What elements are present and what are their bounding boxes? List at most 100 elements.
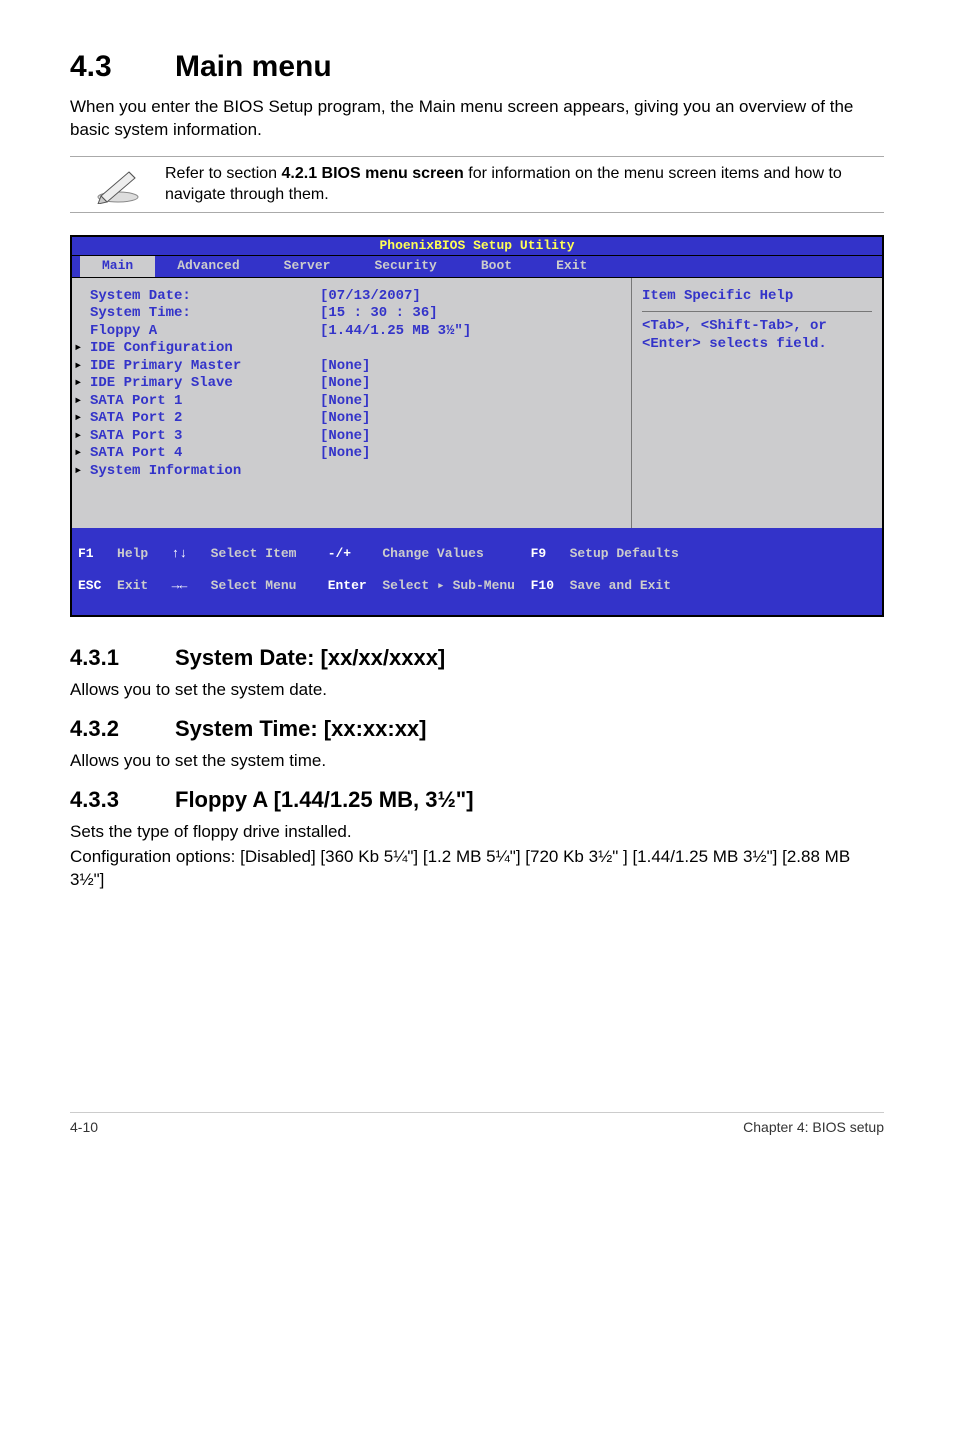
bios-field-value: [None]: [320, 375, 631, 393]
bios-field-label: Floppy A: [88, 323, 320, 341]
f1-key: F1: [78, 546, 94, 561]
esc-key: ESC: [78, 578, 101, 593]
submenu-arrow-icon: ▸: [74, 445, 88, 463]
note-bold: 4.2.1 BIOS menu screen: [282, 165, 464, 182]
bios-field-row: System Date:[07/13/2007]: [74, 288, 631, 306]
subsection-body-line1: Sets the type of floppy drive installed.: [70, 821, 884, 844]
bios-tab-exit: Exit: [534, 256, 609, 276]
bios-field-label: SATA Port 1: [88, 393, 320, 411]
select-submenu-label: Select ▸ Sub-Menu: [382, 578, 515, 593]
pencil-icon: [70, 164, 165, 204]
section-number: 4.3: [70, 50, 175, 84]
divider: [642, 311, 872, 312]
bios-field-row: Floppy A[1.44/1.25 MB 3½"]: [74, 323, 631, 341]
bios-help-body: <Tab>, <Shift-Tab>, or <Enter> selects f…: [642, 318, 872, 353]
f1-label: Help: [117, 546, 148, 561]
bios-field-row: System Time:[15 : 30 : 36]: [74, 305, 631, 323]
subsection-title: Floppy A [1.44/1.25 MB, 3½"]: [175, 787, 474, 812]
change-values-label: Change Values: [382, 546, 483, 561]
section-title-text: Main menu: [175, 50, 332, 83]
subsection-heading: 4.3.1System Date: [xx/xx/xxxx]: [70, 645, 884, 671]
bios-field-row: ▸IDE Configuration: [74, 340, 631, 358]
bios-field-label: System Date:: [88, 288, 320, 306]
bios-field-row: ▸IDE Primary Master[None]: [74, 358, 631, 376]
f9-key: F9: [531, 546, 547, 561]
bios-field-row: ▸SATA Port 2[None]: [74, 410, 631, 428]
subsection-body: Allows you to set the system date.: [70, 679, 884, 702]
bios-tab-bar: Main Advanced Server Security Boot Exit: [72, 256, 882, 277]
chapter-label: Chapter 4: BIOS setup: [743, 1119, 884, 1135]
bios-help-title: Item Specific Help: [642, 288, 872, 306]
submenu-arrow-icon: ▸: [74, 463, 88, 481]
subsection-heading: 4.3.2System Time: [xx:xx:xx]: [70, 716, 884, 742]
subsection-title: System Time: [xx:xx:xx]: [175, 716, 427, 741]
bios-field-value: [1.44/1.25 MB 3½"]: [320, 323, 631, 341]
submenu-arrow-icon: [74, 305, 88, 323]
bios-field-value: [None]: [320, 358, 631, 376]
submenu-arrow-icon: [74, 288, 88, 306]
bios-field-label: System Time:: [88, 305, 320, 323]
bios-title: PhoenixBIOS Setup Utility: [72, 237, 882, 256]
bios-field-row: ▸SATA Port 4[None]: [74, 445, 631, 463]
submenu-arrow-icon: ▸: [74, 428, 88, 446]
bios-field-label: SATA Port 2: [88, 410, 320, 428]
bios-field-label: IDE Primary Master: [88, 358, 320, 376]
submenu-arrow-icon: ▸: [74, 393, 88, 411]
select-menu-label: Select Menu: [211, 578, 297, 593]
subsection-number: 4.3.1: [70, 645, 175, 671]
bios-field-value: [15 : 30 : 36]: [320, 305, 631, 323]
section-heading: 4.3Main menu: [70, 50, 884, 84]
bios-field-label: System Information: [88, 463, 320, 481]
bios-tab-boot: Boot: [459, 256, 534, 276]
bios-field-value: [07/13/2007]: [320, 288, 631, 306]
subsection-number: 4.3.2: [70, 716, 175, 742]
save-exit-label: Save and Exit: [570, 578, 671, 593]
subsection-number: 4.3.3: [70, 787, 175, 813]
subsection-title: System Date: [xx/xx/xxxx]: [175, 645, 445, 670]
bios-field-row: ▸SATA Port 3[None]: [74, 428, 631, 446]
page-footer: 4-10 Chapter 4: BIOS setup: [70, 1112, 884, 1135]
plusminus-key: -/+: [328, 546, 351, 561]
note-pre: Refer to section: [165, 165, 282, 182]
select-item-label: Select Item: [211, 546, 297, 561]
bios-field-row: ▸IDE Primary Slave[None]: [74, 375, 631, 393]
submenu-arrow-icon: ▸: [74, 340, 88, 358]
arrows-leftright-icon: →←: [172, 578, 188, 593]
bios-field-row: ▸SATA Port 1[None]: [74, 393, 631, 411]
bios-screenshot: PhoenixBIOS Setup Utility Main Advanced …: [70, 235, 884, 617]
arrows-updown-icon: ↑↓: [172, 546, 188, 561]
subsection-heading: 4.3.3Floppy A [1.44/1.25 MB, 3½"]: [70, 787, 884, 813]
bios-field-label: SATA Port 3: [88, 428, 320, 446]
subsection-body-line2: Configuration options: [Disabled] [360 K…: [70, 846, 884, 892]
bios-field-value: [None]: [320, 445, 631, 463]
bios-tab-main: Main: [80, 256, 155, 276]
bios-field-label: IDE Primary Slave: [88, 375, 320, 393]
submenu-arrow-icon: ▸: [74, 375, 88, 393]
bios-footer: F1 Help ↑↓ Select Item -/+ Change Values…: [72, 528, 882, 615]
bios-field-label: SATA Port 4: [88, 445, 320, 463]
bios-tab-server: Server: [262, 256, 353, 276]
submenu-arrow-icon: [74, 323, 88, 341]
bios-main-panel: System Date:[07/13/2007]System Time:[15 …: [72, 278, 631, 528]
bios-field-value: [None]: [320, 428, 631, 446]
intro-paragraph: When you enter the BIOS Setup program, t…: [70, 96, 884, 142]
bios-field-label: IDE Configuration: [88, 340, 320, 358]
bios-tab-security: Security: [352, 256, 458, 276]
enter-key: Enter: [328, 578, 367, 593]
bios-field-row: ▸System Information: [74, 463, 631, 481]
f10-key: F10: [531, 578, 554, 593]
note-callout: Refer to section 4.2.1 BIOS menu screen …: [70, 156, 884, 213]
subsection-body: Allows you to set the system time.: [70, 750, 884, 773]
bios-field-value: [320, 463, 631, 481]
bios-field-value: [320, 340, 631, 358]
bios-field-value: [None]: [320, 393, 631, 411]
note-text: Refer to section 4.2.1 BIOS menu screen …: [165, 163, 884, 206]
exit-label: Exit: [117, 578, 148, 593]
bios-field-value: [None]: [320, 410, 631, 428]
bios-tab-advanced: Advanced: [155, 256, 261, 276]
setup-defaults-label: Setup Defaults: [570, 546, 679, 561]
submenu-arrow-icon: ▸: [74, 358, 88, 376]
bios-help-panel: Item Specific Help <Tab>, <Shift-Tab>, o…: [631, 278, 882, 528]
page-number: 4-10: [70, 1119, 98, 1135]
submenu-arrow-icon: ▸: [74, 410, 88, 428]
